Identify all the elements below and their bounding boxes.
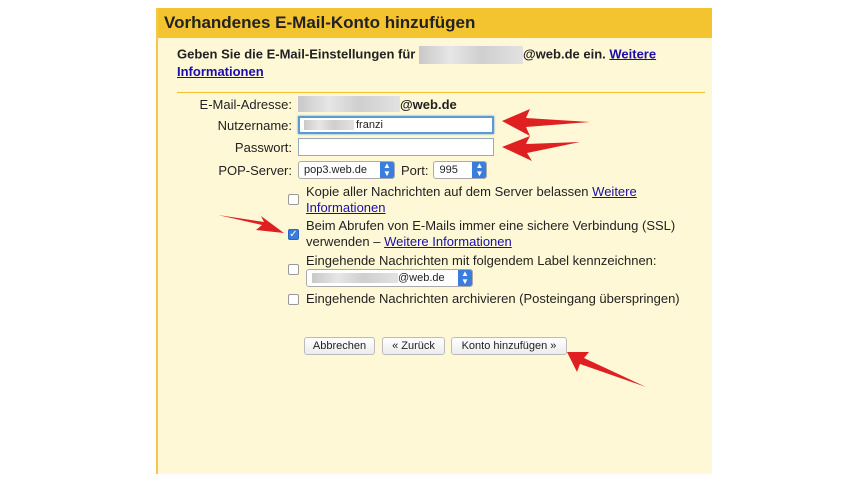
password-arrow-icon xyxy=(502,136,580,161)
username-arrow-icon xyxy=(502,109,590,136)
annotation-arrows xyxy=(218,109,646,387)
add-button-arrow-icon xyxy=(567,352,646,387)
ssl-arrow-icon xyxy=(218,215,284,233)
